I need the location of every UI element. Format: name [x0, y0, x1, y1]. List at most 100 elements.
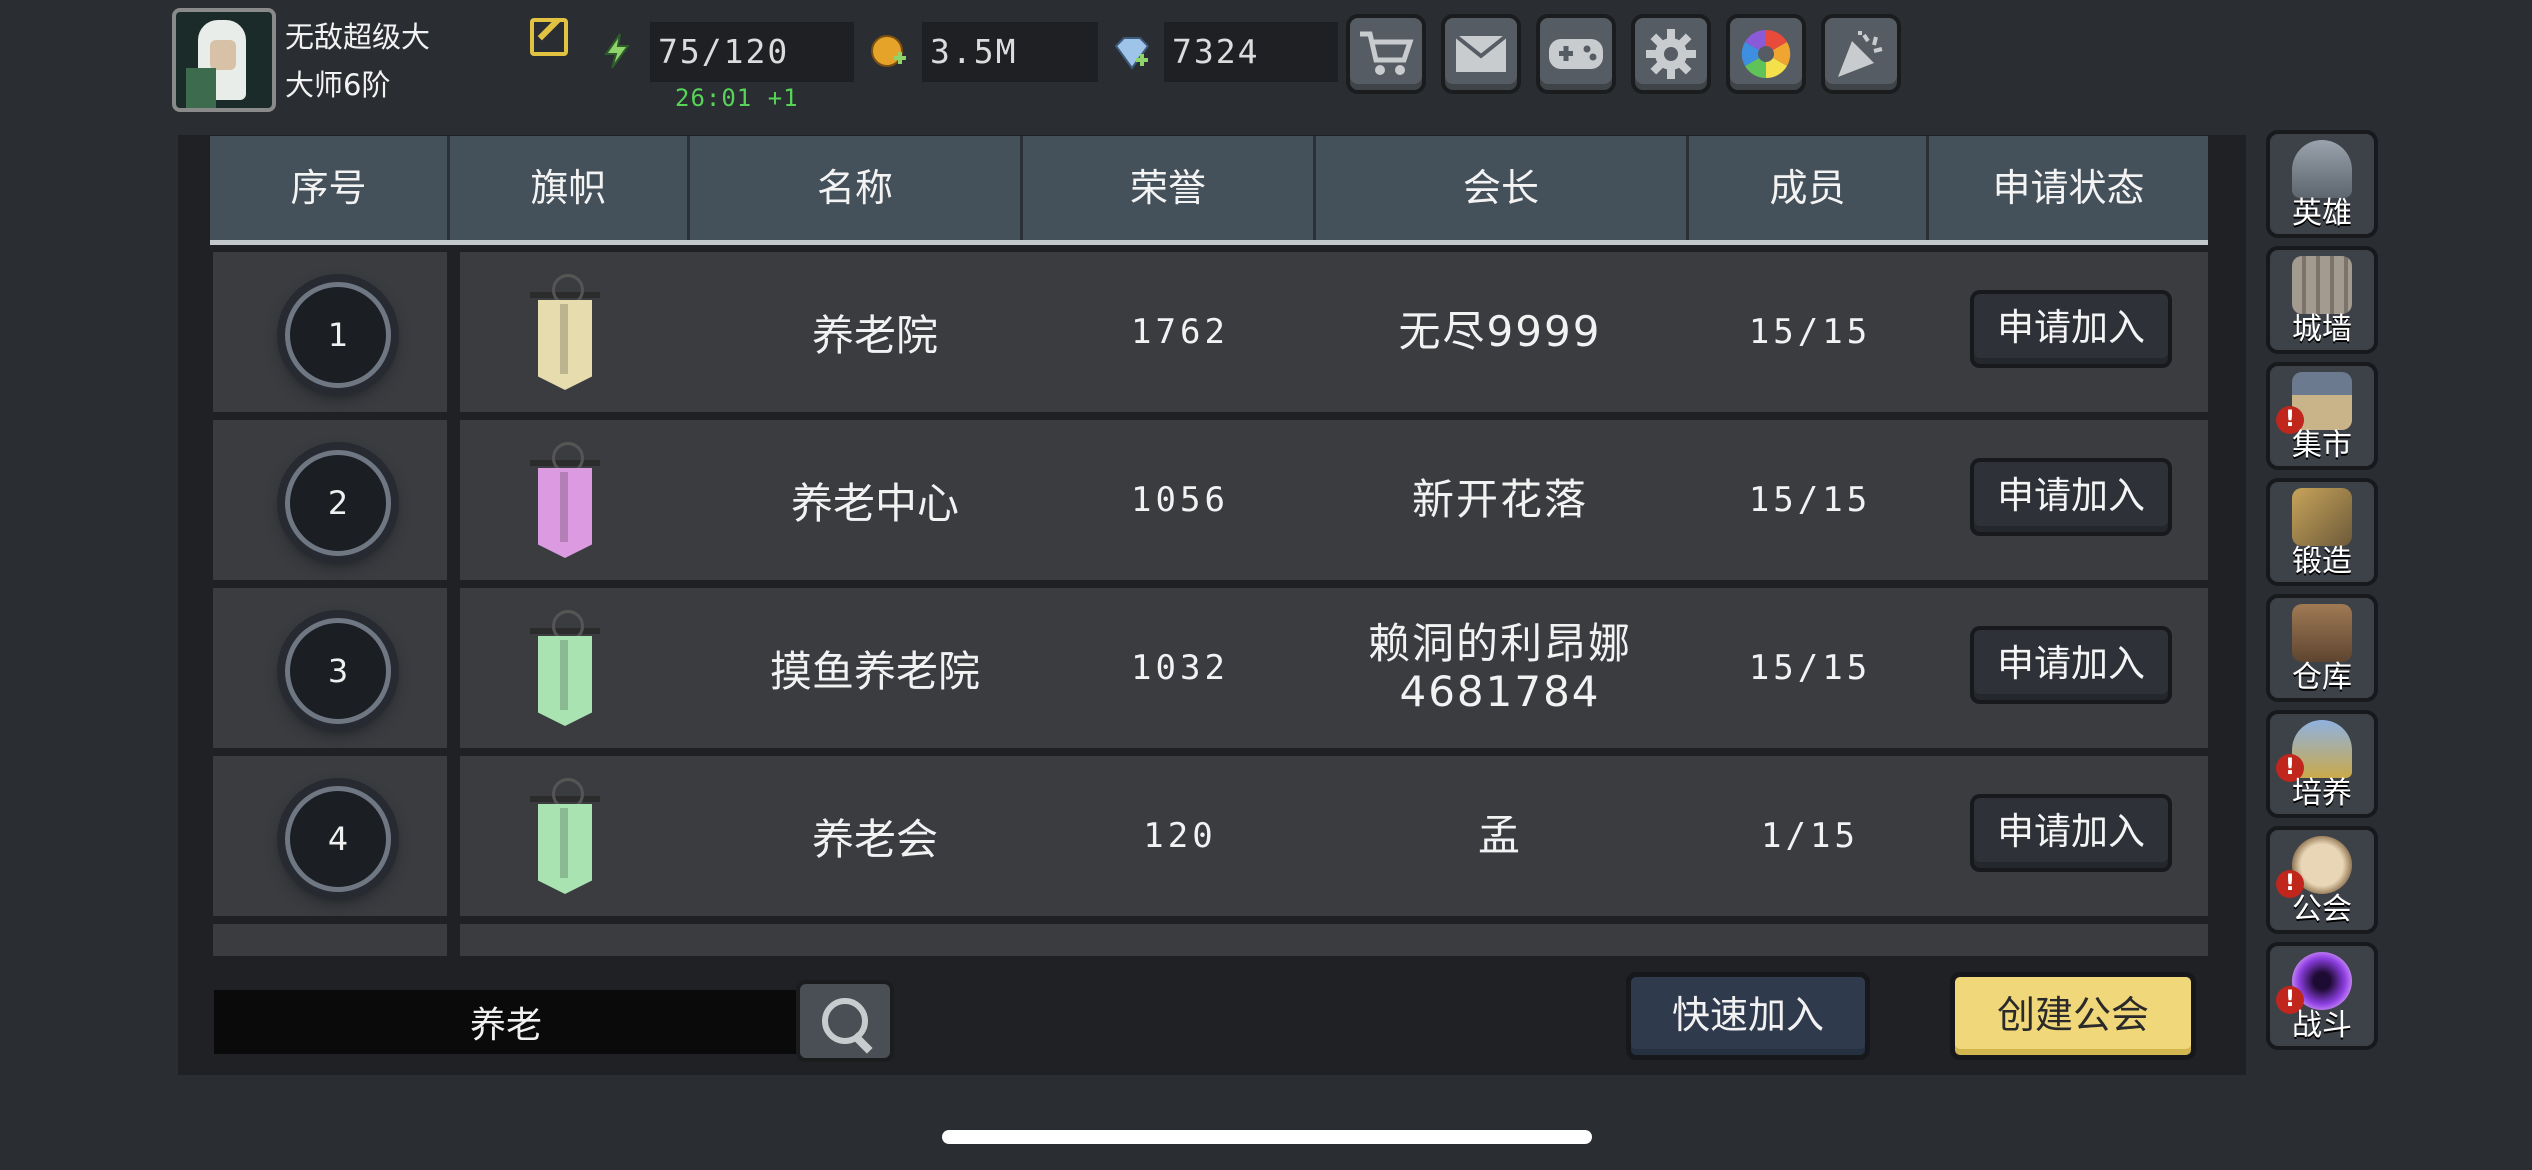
energy-icon	[604, 33, 630, 69]
index-cell: 4	[213, 756, 447, 916]
gem-icon	[1114, 37, 1150, 70]
nav-label: 战斗	[2292, 1008, 2352, 1043]
edit-name-icon[interactable]	[530, 18, 568, 56]
banner-stripe	[560, 304, 568, 374]
leader-name: 新开花落	[1411, 475, 1588, 524]
rank-medal: 4	[285, 786, 391, 892]
header-banner: 旗帜	[450, 136, 690, 240]
rank-medal: 2	[285, 450, 391, 556]
guild-name: 养老会	[811, 814, 938, 864]
gold-icon	[871, 35, 906, 67]
guild-search-input[interactable]	[214, 990, 798, 1054]
guild-honor: 120	[1143, 816, 1217, 856]
banner-stripe	[560, 472, 568, 542]
nav-wall[interactable]: 城墙	[2266, 246, 2378, 354]
header-honor: 荣誉	[1023, 136, 1316, 240]
apply-join-button[interactable]: 申请加入	[1970, 290, 2172, 368]
search-button[interactable]	[796, 980, 894, 1062]
header-index: 序号	[210, 136, 450, 240]
settings-gear-icon	[1646, 29, 1696, 79]
nav-guild[interactable]: ! 公会	[2266, 826, 2378, 934]
index-cell: 1	[213, 252, 447, 412]
guild-table: 序号 旗帜 名称 荣誉 会长 成员 申请状态 1 养老院 1762 无尽9999…	[210, 136, 2208, 956]
shop-cart-icon	[1360, 31, 1414, 75]
header-leader: 会长	[1316, 136, 1689, 240]
nav-heroes[interactable]: 英雄	[2266, 130, 2378, 238]
gold-value: 3.5M	[922, 22, 1098, 82]
apply-join-button[interactable]: 申请加入	[1970, 626, 2172, 704]
guild-banner-icon	[530, 610, 600, 728]
guild-banner-icon	[530, 778, 600, 896]
nav-market[interactable]: ! 集市	[2266, 362, 2378, 470]
player-avatar[interactable]	[172, 8, 276, 112]
leader-name: 孟	[1477, 811, 1522, 860]
guild-name: 养老中心	[790, 478, 959, 528]
avatar-robe	[186, 68, 216, 108]
shop-button[interactable]	[1346, 14, 1426, 94]
guild-honor: 1032	[1131, 648, 1229, 688]
header-name: 名称	[690, 136, 1023, 240]
gems-value: 7324	[1164, 22, 1338, 82]
energy-value: 75/120	[650, 22, 854, 82]
guild-honor: 1762	[1131, 312, 1229, 352]
leader-name: 赖洞的利昂娜	[1367, 619, 1632, 668]
home-indicator[interactable]	[942, 1130, 1592, 1144]
guild-members: 15/15	[1748, 648, 1872, 688]
row-cell	[460, 924, 2208, 956]
index-cell: 3	[213, 588, 447, 748]
header-apply-status: 申请状态	[1992, 166, 2145, 210]
mail-icon	[1454, 34, 1508, 72]
color-wheel-icon	[1741, 29, 1791, 79]
nav-warehouse[interactable]: 仓库	[2266, 594, 2378, 702]
rank-medal: 3	[285, 618, 391, 724]
celebration-icon	[1838, 31, 1883, 77]
apply-join-button[interactable]: 申请加入	[1970, 458, 2172, 536]
header-members: 成员	[1689, 136, 1929, 240]
guild-name: 摸鱼养老院	[769, 646, 980, 696]
apply-join-button[interactable]: 申请加入	[1970, 794, 2172, 872]
guild-leader: 孟	[1320, 756, 1680, 916]
guild-members: 15/15	[1748, 312, 1872, 352]
index-cell	[213, 924, 447, 956]
guild-members: 15/15	[1748, 480, 1872, 520]
celebration-button[interactable]	[1821, 14, 1901, 94]
table-row[interactable]: 2 养老中心 1056 新开花落 15/15 申请加入	[210, 420, 2208, 580]
nav-label: 培养	[2292, 776, 2352, 811]
gamepad-button[interactable]	[1536, 14, 1616, 94]
mail-button[interactable]	[1441, 14, 1521, 94]
guild-banner-icon	[530, 274, 600, 392]
energy-timer: 26:01 +1	[675, 84, 799, 112]
guild-leader: 赖洞的利昂娜 4681784	[1320, 588, 1680, 748]
settings-button[interactable]	[1631, 14, 1711, 94]
table-row[interactable]: 4 养老会 120 孟 1/15 申请加入	[210, 756, 2208, 916]
player-name: 无敌超级大	[285, 20, 431, 54]
gamepad-icon	[1549, 39, 1603, 69]
nav-label: 锻造	[2292, 544, 2352, 579]
nav-label: 集市	[2292, 428, 2352, 463]
guild-members: 1/15	[1761, 816, 1859, 856]
nav-label: 城墙	[2292, 312, 2352, 347]
index-cell: 2	[213, 420, 447, 580]
quick-join-button[interactable]: 快速加入	[1626, 972, 1870, 1060]
guild-name: 养老院	[811, 310, 938, 360]
nav-forge[interactable]: 锻造	[2266, 478, 2378, 586]
banner-stripe	[560, 640, 568, 710]
avatar-face	[210, 40, 236, 70]
leader-name-line2: 4681784	[1399, 667, 1601, 716]
nav-label: 仓库	[2292, 660, 2352, 695]
table-row[interactable]: 1 养老院 1762 无尽9999 15/15 申请加入	[210, 252, 2208, 412]
nav-label: 公会	[2292, 892, 2352, 927]
rank-medal: 1	[285, 282, 391, 388]
banner-stripe	[560, 808, 568, 878]
color-wheel-button[interactable]	[1726, 14, 1806, 94]
guild-leader: 无尽9999	[1320, 252, 1680, 412]
guild-banner-icon	[530, 442, 600, 560]
nav-training[interactable]: ! 培养	[2266, 710, 2378, 818]
create-guild-button[interactable]: 创建公会	[1950, 972, 2196, 1060]
player-rank: 大师6阶	[285, 68, 391, 102]
table-row[interactable]: 3 摸鱼养老院 1032 赖洞的利昂娜 4681784 15/15 申请加入	[210, 588, 2208, 748]
table-row-partial[interactable]	[210, 924, 2208, 956]
guild-leader: 新开花落	[1320, 420, 1680, 580]
table-header: 序号 旗帜 名称 荣誉 会长 成员 申请状态	[210, 136, 2208, 245]
nav-battle[interactable]: ! 战斗	[2266, 942, 2378, 1050]
